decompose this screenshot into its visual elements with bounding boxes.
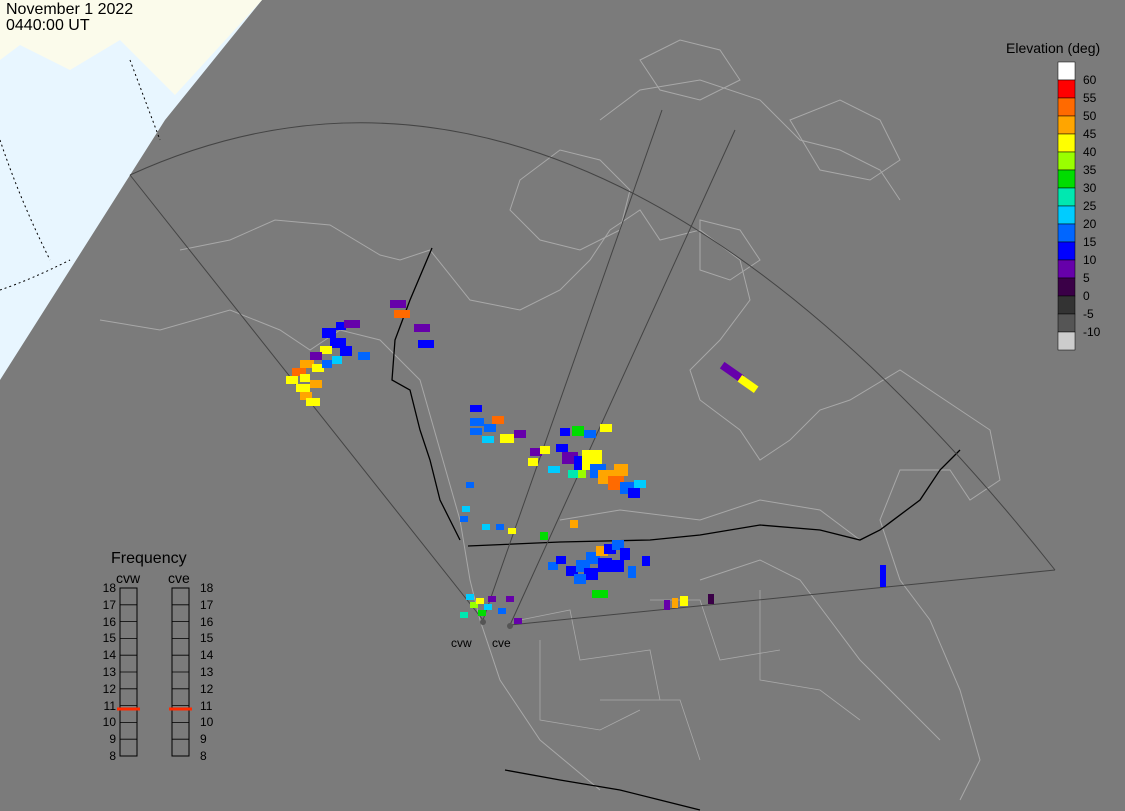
freq-level-right: 18 [200,581,214,595]
radar-label-cve: cve [492,636,511,650]
colorbar-swatch [1057,133,1076,153]
colorbar-tick-label: 60 [1083,73,1097,87]
freq-level-right: 9 [200,732,207,747]
colorbar-tick-label: -5 [1083,307,1094,321]
colorbar-tick-label: 0 [1083,289,1090,303]
colorbar-tick-label: 55 [1083,91,1097,105]
colorbar-tick-label: -10 [1083,325,1101,339]
colorbar-tick-label: 45 [1083,127,1097,141]
freq-level-left: 12 [102,681,116,696]
title-time: 0440:00 UT [6,17,90,34]
freq-level-left: 11 [103,698,116,713]
freq-level-right: 16 [200,614,214,629]
radar-label-cvw: cvw [451,636,472,650]
colorbar-swatch [1057,331,1076,351]
colorbar-tick-label: 15 [1083,235,1097,249]
colorbar-swatch [1057,295,1076,315]
freq-level-right: 13 [200,665,214,679]
title-date: November 1 2022 [6,1,134,18]
colorbar-swatch [1057,169,1076,189]
colorbar-swatch [1057,205,1076,225]
freq-level-left: 10 [102,715,116,730]
freq-level-right: 11 [200,698,213,713]
frequency-title: Frequency [111,550,187,567]
colorbar-swatch [1057,115,1076,135]
colorbar-tick-label: 35 [1083,163,1097,177]
colorbar-swatch [1057,313,1076,333]
colorbar-tick-label: 30 [1083,181,1097,195]
colorbar-swatch [1057,187,1076,207]
colorbar-tick-label: 10 [1083,253,1097,267]
freq-level-left: 13 [102,665,116,679]
freq-level-left: 16 [102,614,116,629]
map-canvas [0,0,1125,811]
colorbar-tick-label: 20 [1083,217,1097,231]
colorbar-tick-label: 25 [1083,199,1097,213]
freq-level-left: 18 [102,581,116,595]
map-background [0,0,1125,811]
colorbar-swatch [1057,259,1076,279]
freq-level-right: 8 [200,749,207,763]
freq-level-right: 15 [200,631,214,646]
freq-level-left: 17 [102,597,116,612]
colorbar-swatch [1057,79,1076,99]
freq-level-right: 14 [200,648,214,663]
colorbar-tick-label: 50 [1083,109,1097,123]
freq-level-right: 12 [200,681,214,696]
freq-level-right: 17 [200,597,214,612]
freq-level-left: 9 [109,732,116,747]
colorbar-swatch [1057,97,1076,117]
freq-level-left: 15 [102,631,116,646]
colorbar-swatch [1057,277,1076,297]
colorbar-swatch [1057,223,1076,243]
colorbar-tick-label: 5 [1083,271,1090,285]
freq-level-left: 8 [109,749,116,763]
freq-radar-cve-label: cve [168,570,190,586]
freq-radar-cvw-label: cvw [116,570,141,586]
freq-level-right: 10 [200,715,214,730]
map-view: November 1 2022 0440:00 UT Elevation (de… [0,0,1125,811]
colorbar-title: Elevation (deg) [1006,40,1101,56]
colorbar-swatch [1057,241,1076,261]
colorbar-swatch [1057,151,1076,171]
freq-level-left: 14 [102,648,116,663]
colorbar-tick-label: 40 [1083,145,1097,159]
colorbar [1057,61,1076,351]
colorbar-swatch [1057,61,1076,81]
